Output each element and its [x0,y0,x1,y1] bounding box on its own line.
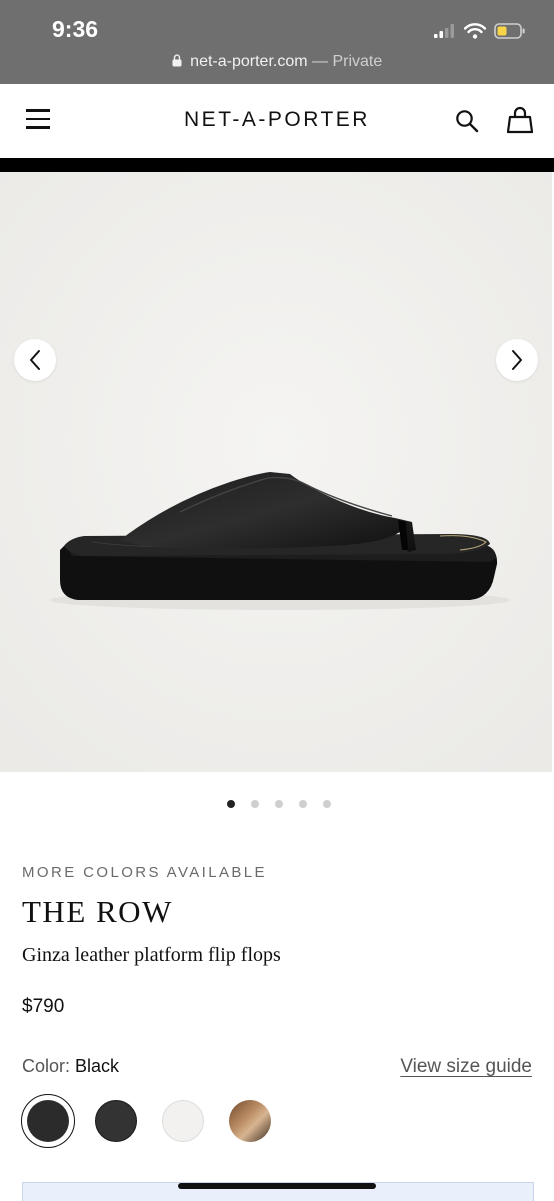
designer-name[interactable]: THE ROW [22,894,173,930]
private-label: — Private [312,53,383,70]
color-value: Black [75,1056,120,1076]
site-header: NET-A-PORTER [0,84,554,172]
carousel-dot[interactable] [323,800,331,808]
carousel-dot[interactable] [275,800,283,808]
search-icon[interactable] [455,109,479,133]
battery-icon [494,23,525,39]
color-swatch-dark-grey[interactable] [95,1100,137,1142]
shopping-bag-icon[interactable] [507,106,533,134]
chevron-left-icon [30,350,40,370]
previous-image-button[interactable] [14,339,56,381]
lock-icon [172,54,182,67]
carousel-dot[interactable] [299,800,307,808]
system-icons [434,20,526,42]
status-bar: 9:36 net-a-porter.com — Private [0,0,554,84]
cellular-signal-icon [434,24,454,38]
carousel-dot[interactable] [227,800,235,808]
view-size-guide-link[interactable]: View size guide [400,1056,532,1078]
product-price: $790 [22,996,65,1017]
more-colors-label: MORE COLORS AVAILABLE [22,864,267,881]
url-text: net-a-porter.com [190,53,308,70]
color-selector-label: Color: Black [22,1056,119,1077]
wifi-icon [464,23,486,39]
color-swatch-black[interactable] [27,1100,69,1142]
product-name: Ginza leather platform flip flops [22,944,281,966]
status-time: 9:36 [52,16,99,42]
color-label: Color: [22,1056,71,1076]
color-swatch-tan[interactable] [229,1100,271,1142]
next-image-button[interactable] [496,339,538,381]
color-swatch-white[interactable] [162,1100,204,1142]
url-bar[interactable]: net-a-porter.com — Private [0,53,554,71]
carousel-pagination [0,800,554,808]
chevron-right-icon [512,350,522,370]
carousel-dot[interactable] [251,800,259,808]
product-image-carousel[interactable] [0,172,552,772]
home-indicator [178,1183,376,1189]
product-image-sandal [0,172,552,772]
